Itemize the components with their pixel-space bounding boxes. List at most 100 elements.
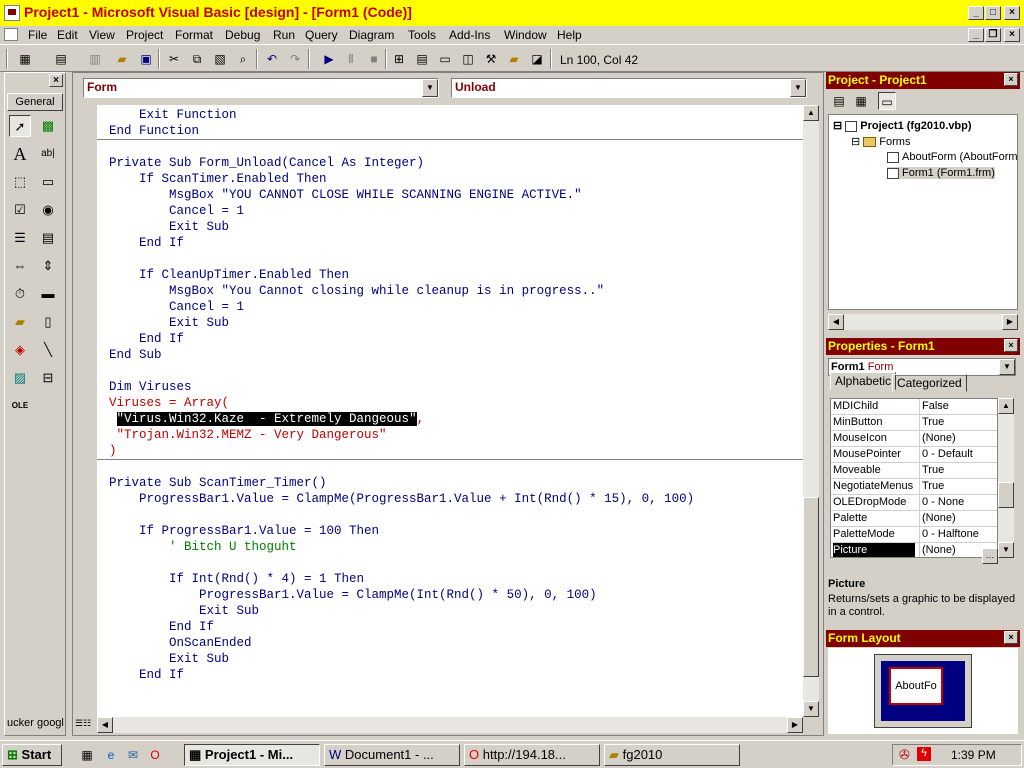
form-preview[interactable]: AboutFo xyxy=(889,667,943,705)
tray-alert-icon[interactable]: ϟ xyxy=(917,747,931,761)
procedure-view-icon[interactable]: ☰ xyxy=(75,718,83,728)
property-row[interactable]: PaletteMode 0 - Halftone xyxy=(831,527,997,543)
scroll-up-icon[interactable]: ▲ xyxy=(998,398,1014,414)
code-editor[interactable]: Exit Function End Function Private Sub For… xyxy=(97,105,803,717)
code-line[interactable]: ' Bitch U thoguht xyxy=(109,539,297,555)
code-line[interactable]: Cancel = 1 xyxy=(109,299,244,315)
form-layout-close-button[interactable]: × xyxy=(1004,631,1018,644)
open-icon[interactable]: ▰ xyxy=(113,50,131,68)
full-module-view-icon[interactable]: ☷ xyxy=(83,718,91,728)
property-row[interactable]: Palette (None) xyxy=(831,511,997,527)
code-line[interactable]: Viruses = Array( xyxy=(109,395,229,411)
toolbox-icon[interactable]: ⚒ xyxy=(482,50,500,68)
margin-indicator-bar[interactable] xyxy=(75,105,97,717)
code-line[interactable]: MsgBox "YOU CANNOT CLOSE WHILE SCANNING … xyxy=(109,187,582,203)
close-button[interactable]: × xyxy=(1004,6,1020,20)
code-line[interactable]: MsgBox "You Cannot closing while cleanup… xyxy=(109,283,604,299)
property-scrollbar[interactable]: ▲ ▼ xyxy=(998,398,1014,558)
paste-icon[interactable]: ▧ xyxy=(211,50,229,68)
code-line[interactable]: Exit Sub xyxy=(109,651,229,667)
code-line[interactable]: If ScanTimer.Enabled Then xyxy=(109,171,327,187)
code-window-icon[interactable] xyxy=(4,28,18,41)
code-line[interactable]: OnScanEnded xyxy=(109,635,252,651)
ellipsis-button[interactable]: … xyxy=(982,548,998,564)
code-line[interactable]: Cancel = 1 xyxy=(109,203,244,219)
form-layout-canvas[interactable]: AboutFo xyxy=(828,648,1018,734)
properties-close-button[interactable]: × xyxy=(1004,339,1018,352)
line-tool-icon[interactable]: ╲ xyxy=(37,339,59,361)
show-desktop-icon[interactable]: ▦ xyxy=(78,746,96,764)
listbox-tool-icon[interactable]: ▤ xyxy=(37,227,59,249)
project-hscrollbar[interactable]: ◀ ▶ xyxy=(828,314,1018,330)
selected-text[interactable]: "Virus.Win32.Kaze - Extremely Dangeous" xyxy=(116,412,417,426)
menu-edit[interactable]: Edit xyxy=(57,28,78,42)
menu-debug[interactable]: Debug xyxy=(225,28,260,42)
code-line[interactable]: ) xyxy=(109,443,117,459)
code-line[interactable]: End If xyxy=(109,235,184,251)
maximize-button[interactable]: □ xyxy=(985,6,1001,20)
data-tool-icon[interactable]: ⊟ xyxy=(37,367,59,389)
property-row[interactable]: MousePointer 0 - Default xyxy=(831,447,997,463)
scroll-right-icon[interactable]: ▶ xyxy=(787,717,803,733)
view-toggle-buttons[interactable]: ☰☷ xyxy=(75,717,97,733)
vscrollbar-tool-icon[interactable]: ⇕ xyxy=(37,255,59,277)
ole-tool-icon[interactable]: OLE xyxy=(9,395,31,417)
code-line[interactable]: ProgressBar1.Value = ClampMe(Int(Rnd() *… xyxy=(109,587,597,603)
run-icon[interactable]: ▶ xyxy=(320,50,338,68)
chevron-down-icon[interactable]: ▼ xyxy=(422,79,438,97)
property-value[interactable]: False xyxy=(919,399,997,414)
tree-node-form1[interactable]: Form1 (Form1.frm) xyxy=(887,167,995,179)
menu-file[interactable]: File xyxy=(28,28,47,42)
opera-icon[interactable]: O xyxy=(146,746,164,764)
tray-app-icon[interactable]: ✇ xyxy=(899,747,910,763)
property-value[interactable]: True xyxy=(919,415,997,430)
data-view-icon[interactable]: ▰ xyxy=(505,50,523,68)
copy-icon[interactable]: ⧉ xyxy=(188,50,206,68)
shape-tool-icon[interactable]: ◈ xyxy=(9,339,31,361)
property-value[interactable]: (None) xyxy=(919,431,997,446)
project-explorer-close-button[interactable]: × xyxy=(1004,73,1018,86)
code-line[interactable]: Private Sub Form_Unload(Cancel As Intege… xyxy=(109,155,424,171)
code-line[interactable]: ProgressBar1.Value = ClampMe(ProgressBar… xyxy=(109,491,694,507)
property-value[interactable]: True xyxy=(919,463,997,478)
menu-diagram[interactable]: Diagram xyxy=(349,28,394,42)
add-form-icon[interactable]: ▤ xyxy=(52,50,70,68)
add-project-icon[interactable]: ▦ xyxy=(16,50,34,68)
toggle-folders-icon[interactable]: ▭ xyxy=(878,92,896,110)
picturebox-tool-icon[interactable]: ▩ xyxy=(37,115,59,137)
menu-view[interactable]: View xyxy=(89,28,115,42)
code-line[interactable]: End Function xyxy=(109,123,199,139)
drivelistbox-tool-icon[interactable]: ▬ xyxy=(37,283,59,305)
scroll-left-icon[interactable]: ◀ xyxy=(97,717,113,733)
chevron-down-icon[interactable]: ▼ xyxy=(790,79,806,97)
image-tool-icon[interactable]: ▨ xyxy=(9,367,31,389)
code-line[interactable]: If ProgressBar1.Value = 100 Then xyxy=(109,523,379,539)
stop-icon[interactable]: ■ xyxy=(365,50,383,68)
dirlistbox-tool-icon[interactable]: ▰ xyxy=(9,311,31,333)
textbox-tool-icon[interactable]: ab| xyxy=(37,143,59,165)
property-row[interactable]: Moveable True xyxy=(831,463,997,479)
horizontal-scrollbar[interactable]: ◀ ▶ xyxy=(97,717,803,733)
scroll-down-icon[interactable]: ▼ xyxy=(998,542,1014,558)
vb-app-icon[interactable] xyxy=(4,5,20,21)
toolbox-close-button[interactable]: × xyxy=(49,74,63,87)
menu-format[interactable]: Format xyxy=(175,28,213,42)
code-line[interactable]: End Sub xyxy=(109,347,162,363)
code-line[interactable]: Exit Sub xyxy=(109,315,229,331)
outlook-icon[interactable]: ✉ xyxy=(124,746,142,764)
code-line[interactable]: End If xyxy=(109,331,184,347)
property-value[interactable]: 0 - None xyxy=(919,495,997,510)
project-tree[interactable]: ⊟ Project1 (fg2010.vbp) ⊟ Forms AboutFor… xyxy=(828,114,1018,310)
checkbox-tool-icon[interactable]: ☑ xyxy=(9,199,31,221)
property-value[interactable]: (None) xyxy=(919,511,997,526)
menu-help[interactable]: Help xyxy=(557,28,582,42)
code-line[interactable]: End If xyxy=(109,667,184,683)
tree-node-aboutform[interactable]: AboutForm (AboutForm xyxy=(887,151,1018,163)
scroll-up-icon[interactable]: ▲ xyxy=(803,105,819,121)
menu-add-ins[interactable]: Add-Ins xyxy=(449,28,490,42)
procedure-combo[interactable]: Unload ▼ xyxy=(451,78,807,98)
property-row[interactable]: NegotiateMenus True xyxy=(831,479,997,495)
code-line[interactable]: "Virus.Win32.Kaze - Extremely Dangeous", xyxy=(109,411,424,427)
property-row[interactable]: MDIChild False xyxy=(831,399,997,415)
component-manager-icon[interactable]: ◪ xyxy=(528,50,546,68)
